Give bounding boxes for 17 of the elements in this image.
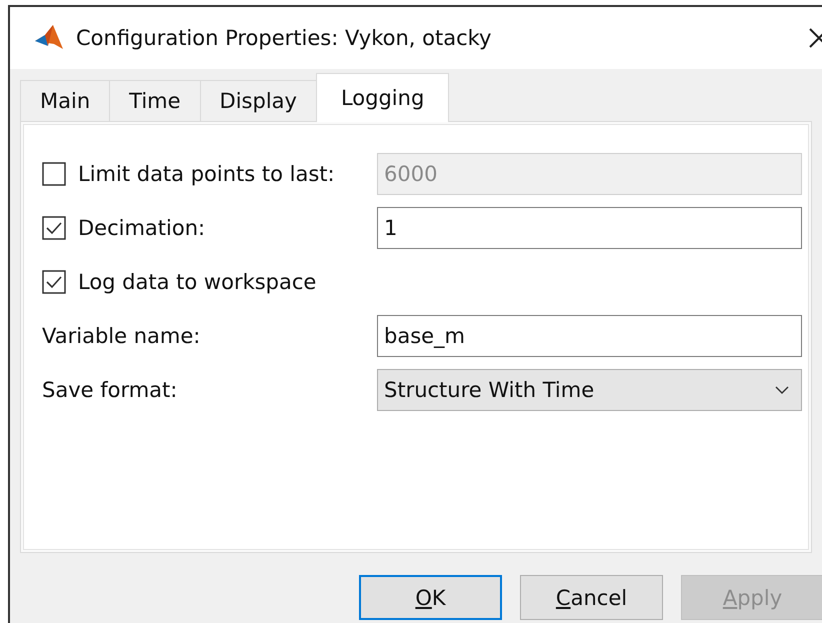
dialog-button[interactable]: OK bbox=[359, 575, 502, 620]
dropdown[interactable]: Structure With Time bbox=[377, 369, 802, 411]
tab[interactable]: Logging bbox=[316, 73, 450, 122]
input-field[interactable]: base_m bbox=[377, 315, 802, 357]
tab[interactable]: Main bbox=[20, 80, 110, 121]
field-label: Log data to workspace bbox=[78, 270, 316, 294]
window-title: Configuration Properties: Vykon, otacky bbox=[76, 26, 492, 50]
chevron-down-icon bbox=[775, 386, 789, 394]
field-label: Save format: bbox=[42, 378, 178, 402]
field-label: Limit data points to last: bbox=[78, 162, 335, 186]
field-label: Decimation: bbox=[78, 216, 206, 240]
checkbox[interactable] bbox=[42, 216, 66, 240]
app-logo-icon bbox=[34, 24, 64, 52]
field-label: Variable name: bbox=[42, 324, 200, 348]
input-field[interactable]: 1 bbox=[377, 207, 802, 249]
checkbox[interactable] bbox=[42, 270, 66, 294]
dialog-button[interactable]: Cancel bbox=[520, 575, 663, 620]
